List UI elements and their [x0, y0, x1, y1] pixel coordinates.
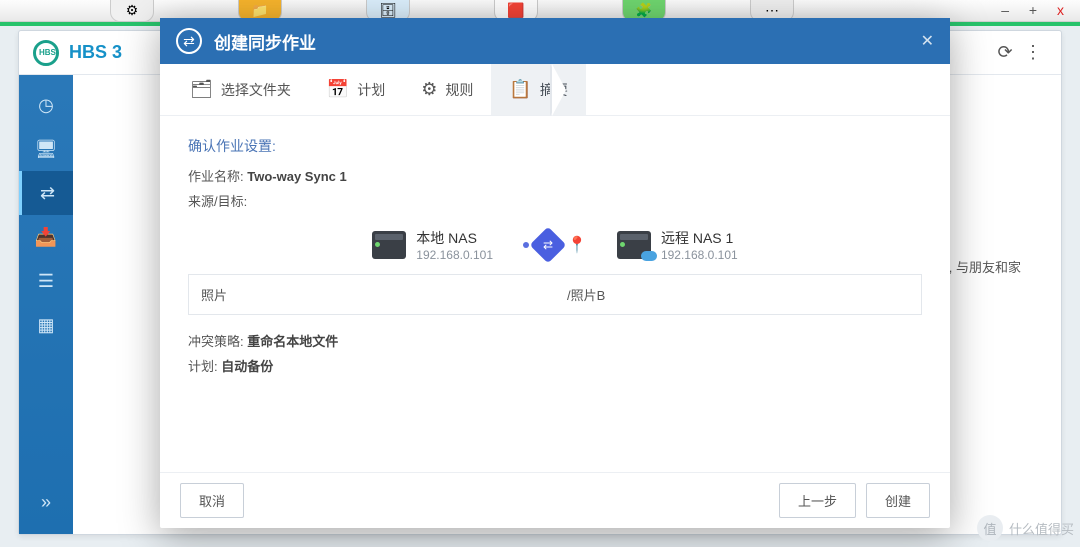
dest-path: /照片B [555, 275, 922, 315]
local-nas-name: 本地 NAS [416, 228, 493, 248]
watermark-icon: 值 [977, 515, 1003, 541]
section-title: 确认作业设置: [188, 136, 922, 156]
jobname-value: Two-way Sync 1 [247, 169, 346, 184]
app-logo-icon [33, 40, 59, 66]
window-maximize-icon[interactable]: + [1029, 2, 1045, 18]
sidebar-item-restore[interactable]: 📥 [19, 215, 73, 259]
conflict-value: 重命名本地文件 [247, 334, 338, 349]
watermark: 值 什么值得买 [977, 515, 1074, 541]
nas-icon [372, 231, 406, 259]
step-label: 选择文件夹 [221, 80, 291, 100]
dock-icon[interactable]: ⚙ [110, 0, 154, 22]
create-sync-job-modal: ⇄ 创建同步作业 ✕ 🗂 选择文件夹 📅 计划 ⚙ 规则 📋 摘要 确认作业设置… [160, 18, 950, 528]
window-minimize-icon[interactable]: – [1001, 2, 1017, 18]
step-label: 计划 [357, 80, 385, 100]
schedule-label: 计划: [188, 359, 218, 374]
prev-button[interactable]: 上一步 [779, 483, 856, 518]
modal-header: ⇄ 创建同步作业 ✕ [160, 18, 950, 64]
app-title: HBS 3 [69, 42, 122, 63]
wizard-steps: 🗂 选择文件夹 📅 计划 ⚙ 规则 📋 摘要 [160, 64, 950, 116]
table-row: 照片 /照片B [189, 275, 922, 315]
refresh-icon[interactable]: ⟳ [991, 42, 1019, 63]
jobname-label: 作业名称: [188, 169, 244, 184]
clipboard-icon: 📋 [509, 79, 531, 100]
cancel-button[interactable]: 取消 [180, 483, 244, 518]
schedule-row: 计划: 自动备份 [188, 356, 922, 375]
remote-nas: 远程 NAS 1 192.168.0.101 [617, 228, 738, 262]
sync-direction-icon: ⇄ 📍 [523, 232, 587, 258]
remote-nas-name: 远程 NAS 1 [661, 228, 738, 248]
sidebar-item-storage[interactable]: ☰ [19, 259, 73, 303]
sidebar-collapse-icon[interactable]: » [19, 480, 73, 524]
calendar-icon: 📅 [327, 79, 349, 100]
modal-title: 创建同步作业 [214, 29, 316, 54]
sidebar: ◷ 🖥 ⇄ 📥 ☰ ▦ » [19, 75, 73, 534]
create-button[interactable]: 创建 [866, 483, 930, 518]
folder-icon: 🗂 [190, 79, 213, 100]
sliders-icon: ⚙ [421, 79, 437, 100]
cloud-icon [641, 251, 657, 261]
step-rules[interactable]: ⚙ 规则 [403, 64, 491, 115]
watermark-text: 什么值得买 [1009, 519, 1074, 538]
sync-icon: ⇄ [176, 28, 202, 54]
local-nas-ip: 192.168.0.101 [416, 248, 493, 262]
conflict-row: 冲突策略: 重命名本地文件 [188, 331, 922, 350]
srcdst-label: 来源/目标: [188, 191, 922, 210]
window-close-icon[interactable]: x [1057, 2, 1072, 18]
schedule-value: 自动备份 [221, 359, 273, 374]
local-nas: 本地 NAS 192.168.0.101 [372, 228, 493, 262]
step-label: 规则 [445, 80, 473, 100]
sidebar-item-dashboard[interactable]: ◷ [19, 83, 73, 127]
conflict-label: 冲突策略: [188, 334, 244, 349]
jobname-row: 作业名称: Two-way Sync 1 [188, 166, 922, 185]
remote-nas-ip: 192.168.0.101 [661, 248, 738, 262]
folder-mapping-table: 照片 /照片B [188, 274, 922, 315]
modal-body: 确认作业设置: 作业名称: Two-way Sync 1 来源/目标: 本地 N… [160, 116, 950, 472]
modal-footer: 取消 上一步 创建 [160, 472, 950, 528]
close-icon[interactable]: ✕ [921, 31, 934, 51]
location-pin-icon: 📍 [567, 235, 587, 255]
source-target-pair: 本地 NAS 192.168.0.101 ⇄ 📍 远程 NAS 1 192.16… [188, 228, 922, 262]
source-path: 照片 [189, 275, 556, 315]
sidebar-item-backup[interactable]: 🖥 [19, 127, 73, 171]
sidebar-item-sync[interactable]: ⇄ [19, 171, 73, 215]
sidebar-item-jobs[interactable]: ▦ [19, 303, 73, 347]
step-schedule[interactable]: 📅 计划 [309, 64, 403, 115]
step-summary[interactable]: 📋 摘要 [491, 64, 585, 115]
more-icon[interactable]: ⋮ [1019, 42, 1047, 63]
step-select-folder[interactable]: 🗂 选择文件夹 [172, 64, 309, 115]
